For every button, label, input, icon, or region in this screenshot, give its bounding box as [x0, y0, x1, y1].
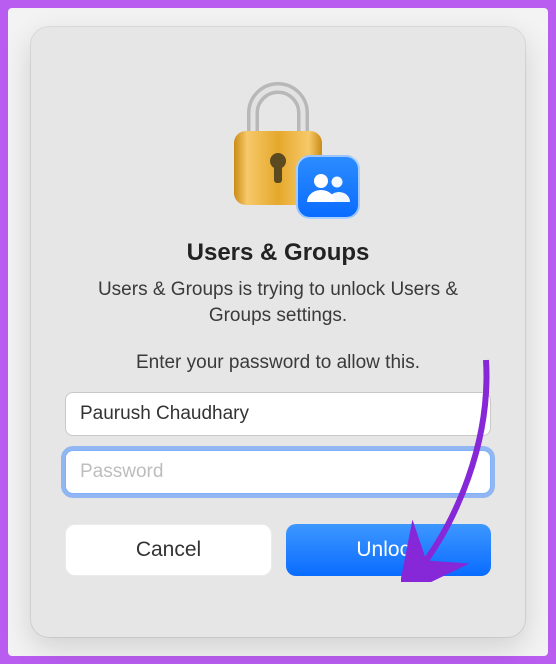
unlock-button[interactable]: Unlock: [286, 524, 491, 576]
window-backdrop: Users & Groups Users & Groups is trying …: [8, 8, 548, 656]
dialog-subtitle: Users & Groups is trying to unlock Users…: [65, 277, 491, 328]
users-groups-icon: [296, 155, 360, 219]
cancel-button[interactable]: Cancel: [65, 524, 272, 576]
password-prompt: Enter your password to allow this.: [136, 352, 420, 374]
username-field[interactable]: [65, 392, 491, 436]
password-field[interactable]: [65, 450, 491, 494]
dialog-title: Users & Groups: [187, 239, 370, 267]
dialog-icon-group: [218, 73, 338, 213]
button-row: Cancel Unlock: [65, 524, 491, 576]
auth-dialog: Users & Groups Users & Groups is trying …: [31, 27, 525, 637]
